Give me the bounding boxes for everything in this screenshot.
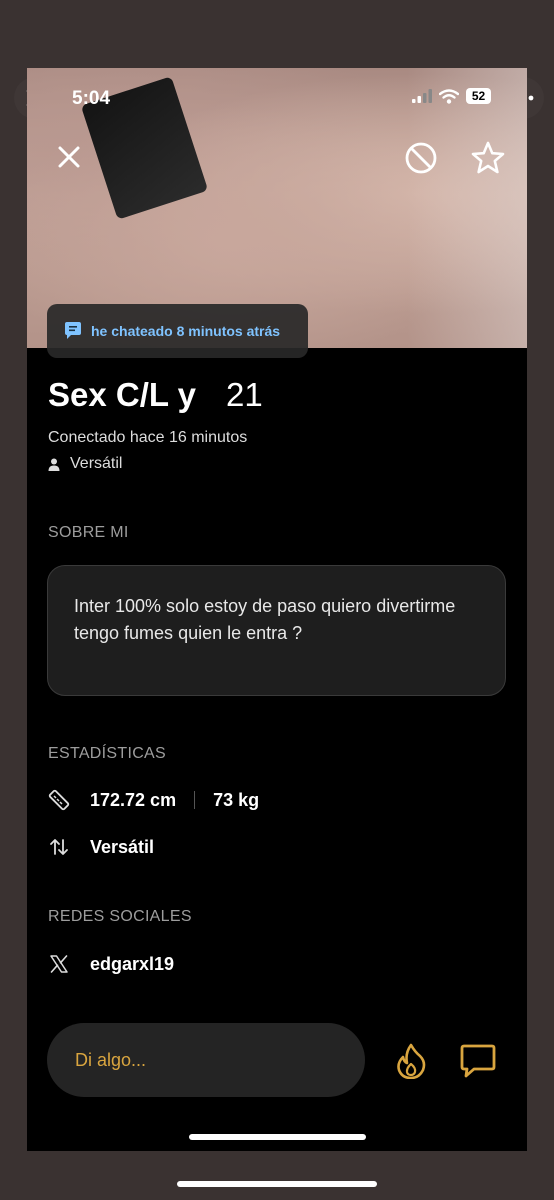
status-time: 5:04 xyxy=(72,88,111,109)
chat-bubble-icon xyxy=(65,322,81,339)
position-label: Versátil xyxy=(70,455,123,472)
profile-screen: 5:04 52 he chateado 8 minutos atrás Sex … xyxy=(27,68,527,1151)
home-indicator xyxy=(189,1134,366,1140)
last-chat-badge: he chateado 8 minutos atrás xyxy=(47,304,308,358)
swap-arrows-icon xyxy=(48,836,70,858)
favorite-star-icon[interactable] xyxy=(470,140,506,176)
battery-icon: 52 xyxy=(466,88,491,104)
stats-row-role: Versátil xyxy=(48,836,154,858)
person-icon xyxy=(48,458,60,471)
fire-icon[interactable] xyxy=(394,1043,428,1080)
position-row: Versátil xyxy=(48,455,122,473)
message-input[interactable]: Di algo... xyxy=(47,1023,365,1097)
height-value: 172.72 cm xyxy=(90,789,177,810)
about-section-label: SOBRE MI xyxy=(48,524,129,541)
social-x-row[interactable]: edgarxl19 xyxy=(48,953,174,975)
online-status: Conectado hace 16 minutos xyxy=(48,429,248,446)
name-row: Sex C/L y 21 xyxy=(48,376,263,414)
x-handle: edgarxl19 xyxy=(90,953,175,974)
chat-icon[interactable] xyxy=(459,1043,497,1079)
stats-row-measurements: 172.72 cm 73 kg xyxy=(48,789,259,811)
status-icons: 52 xyxy=(412,88,491,104)
about-box: Inter 100% solo estoy de paso quiero div… xyxy=(47,565,506,696)
stats-section-label: ESTADÍSTICAS xyxy=(48,745,166,762)
wifi-icon xyxy=(439,88,459,104)
x-logo-icon xyxy=(48,953,70,975)
social-section-label: REDES SOCIALES xyxy=(48,908,192,925)
role-value: Versátil xyxy=(90,836,155,857)
about-text: Inter 100% solo estoy de paso quiero div… xyxy=(74,596,456,643)
screenshot-top-bar xyxy=(0,0,554,68)
profile-age: 21 xyxy=(225,376,263,413)
message-placeholder: Di algo... xyxy=(75,1049,147,1070)
signal-icon xyxy=(412,89,432,103)
block-icon[interactable] xyxy=(404,141,438,175)
weight-value: 73 kg xyxy=(213,789,260,810)
stats-divider xyxy=(194,791,196,809)
outer-home-indicator xyxy=(177,1181,377,1187)
last-chat-text: he chateado 8 minutos atrás xyxy=(91,323,281,339)
profile-name: Sex C/L y xyxy=(48,376,196,413)
close-profile-icon[interactable] xyxy=(54,142,84,172)
ruler-icon xyxy=(48,789,70,811)
photo-background xyxy=(407,68,527,348)
